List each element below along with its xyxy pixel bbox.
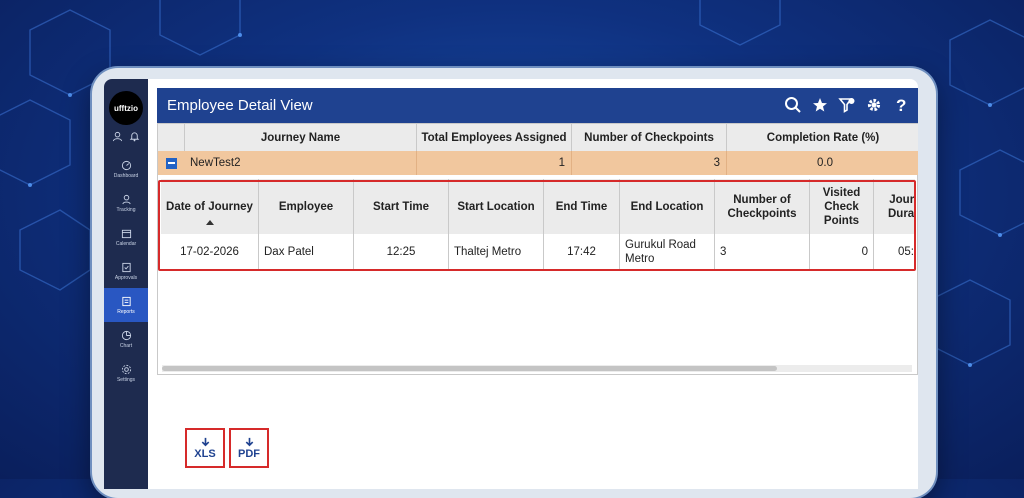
column-header-date[interactable]: Date of Journey [161,179,259,234]
sidebar-item-label: Calendar [115,240,137,247]
cell-start-location: Thaltej Metro [449,234,544,269]
column-header-total-employees[interactable]: Total Employees Assigned [417,124,572,151]
sidebar-item-label: Reports [117,308,135,315]
group-total-employees: 1 [417,151,572,175]
cell-end-time: 17:42 [544,234,620,269]
dashboard-icon [121,160,131,170]
group-checkpoints: 3 [572,151,727,175]
column-header-checkpoints[interactable]: Number of Checkpoints [572,124,727,151]
column-header-end-time[interactable]: End Time [544,179,620,234]
filter-icon[interactable] [838,96,856,114]
sidebar-item-calendar[interactable]: Calendar [104,220,148,254]
cell-date: 17-02-2026 [161,234,259,269]
page-title: Employee Detail View [167,97,313,114]
svg-text:?: ? [896,96,906,114]
group-name-cell: NewTest2 [158,151,417,175]
column-header-end-location[interactable]: End Location [620,179,715,234]
app-screen: ufftzio Dashboard Tracking Calendar Appr… [104,79,918,489]
group-name: NewTest2 [190,157,241,169]
expand-column-header [158,124,185,151]
favorite-star-icon[interactable] [811,96,829,114]
tracking-icon [121,194,131,204]
reports-icon [121,296,131,306]
sidebar-item-chart[interactable]: Chart [104,322,148,356]
sidebar-item-approvals[interactable]: Approvals [104,254,148,288]
column-header-completion-rate[interactable]: Completion Rate (%) [727,124,918,151]
sidebar-item-label: Chart [119,342,133,349]
group-row-journey[interactable]: NewTest2 1 3 0.0 [158,151,918,175]
app-logo[interactable]: ufftzio [109,91,143,125]
sidebar-item-reports[interactable]: Reports [104,288,148,322]
column-header-journey-duration[interactable]: Journey Duration [874,179,915,234]
sort-ascending-icon[interactable] [205,220,214,225]
download-icon [201,437,209,446]
title-actions: ? [784,96,910,114]
sidebar-item-settings[interactable]: Settings [104,356,148,390]
help-icon[interactable]: ? [892,96,910,114]
summary-header-row: Journey Name Total Employees Assigned Nu… [158,124,918,151]
sidebar: ufftzio Dashboard Tracking Calendar Appr… [104,79,148,489]
cell-end-location: Gurukul Road Metro [620,234,715,269]
detail-table: Date of Journey Employee Start Time Star… [161,179,915,357]
main-panel: Employee Detail View ? Journey Name Tota… [157,88,918,489]
sidebar-item-label: Settings [116,376,136,383]
scrollbar-thumb[interactable] [162,366,777,371]
export-xls-button[interactable]: XLS [185,428,225,468]
journey-report-grid: Journey Name Total Employees Assigned Nu… [157,123,918,375]
detail-header-row: Date of Journey Employee Start Time Star… [161,179,915,234]
settings-icon [121,364,131,374]
sidebar-item-label: Tracking [116,206,136,213]
column-header-number-of-checkpoints[interactable]: Number of Checkpoints [715,179,810,234]
horizontal-scrollbar[interactable] [162,365,912,372]
column-header-journey-name[interactable]: Journey Name [185,124,417,151]
user-icon[interactable] [112,131,123,142]
column-header-start-time[interactable]: Start Time [354,179,449,234]
table-row[interactable]: 17-02-2026 Dax Patel 12:25 Thaltej Metro… [161,234,915,270]
cell-visited-checkpoints: 0 [810,234,874,269]
sidebar-top-icons [104,131,148,142]
sidebar-item-label: Dashboard [113,172,139,179]
collapse-icon[interactable] [166,157,177,169]
calendar-icon [121,229,131,238]
cell-start-time: 12:25 [354,234,449,269]
cell-journey-duration: 05: [898,245,914,258]
sidebar-nav: Dashboard Tracking Calendar Approvals Re… [104,152,148,390]
export-xls-label: XLS [194,447,216,460]
approvals-icon [121,262,131,272]
title-bar: Employee Detail View ? [157,88,918,123]
chart-icon [121,330,131,340]
sidebar-item-label: Approvals [114,274,138,281]
gear-icon[interactable] [865,96,883,114]
sidebar-item-dashboard[interactable]: Dashboard [104,152,148,186]
bell-icon[interactable] [129,131,140,142]
cell-number-of-checkpoints: 3 [715,234,810,269]
export-pdf-button[interactable]: PDF [229,428,269,468]
download-icon [245,437,253,446]
column-header-employee[interactable]: Employee [259,179,354,234]
export-pdf-label: PDF [238,447,260,460]
cell-employee: Dax Patel [259,234,354,269]
group-completion-rate: 0.0 [817,157,833,169]
search-icon[interactable] [784,96,802,114]
sidebar-item-tracking[interactable]: Tracking [104,186,148,220]
column-header-visited-checkpoints[interactable]: Visited Check Points [810,179,874,234]
column-header-start-location[interactable]: Start Location [449,179,544,234]
